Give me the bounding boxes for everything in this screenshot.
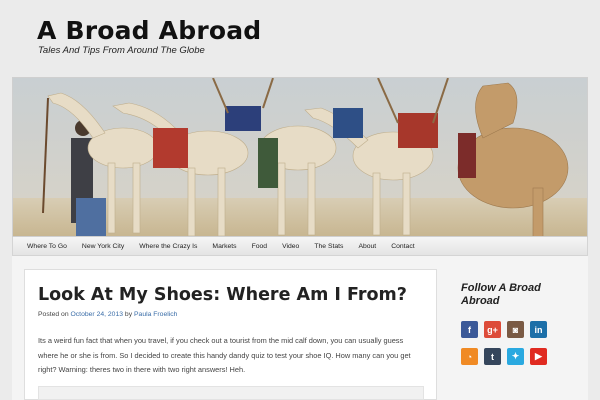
post-meta: Posted on October 24, 2013 by Paula Froe…: [38, 311, 177, 318]
follow-title: Follow A Broad Abroad: [461, 282, 541, 307]
main-nav: Where To Go New York City Where the Craz…: [12, 237, 588, 256]
youtube-icon[interactable]: ▶: [530, 348, 547, 365]
hero-image: [12, 77, 588, 237]
nav-item-food[interactable]: Food: [252, 237, 268, 255]
linkedin-icon[interactable]: in: [530, 321, 547, 338]
by-label: by: [124, 311, 133, 318]
nav-item-the-stats[interactable]: The Stats: [314, 237, 343, 255]
nav-item-where-to-go[interactable]: Where To Go: [27, 237, 67, 255]
site-tagline: Tales And Tips From Around The Globe: [38, 45, 205, 56]
instagram-icon[interactable]: ◙: [507, 321, 524, 338]
posted-on-label: Posted on: [38, 311, 69, 318]
nav-item-markets[interactable]: Markets: [212, 237, 236, 255]
quiz-embed[interactable]: [38, 386, 424, 400]
nav-item-contact[interactable]: Contact: [391, 237, 414, 255]
post-excerpt: Its a weird fun fact that when you trave…: [38, 336, 411, 374]
nav-item-about[interactable]: About: [358, 237, 376, 255]
post-title[interactable]: Look At My Shoes: Where Am I From?: [38, 285, 407, 305]
post-date-link[interactable]: October 24, 2013: [71, 311, 124, 318]
site-title[interactable]: A Broad Abroad: [37, 16, 261, 45]
facebook-icon[interactable]: f: [461, 321, 478, 338]
nav-item-video[interactable]: Video: [282, 237, 299, 255]
tumblr-icon[interactable]: t: [484, 348, 501, 365]
site-header: A Broad Abroad Tales And Tips From Aroun…: [0, 0, 600, 76]
nav-item-where-the-crazy-is[interactable]: Where the Crazy Is: [139, 237, 197, 255]
rss-icon[interactable]: ◔: [461, 348, 478, 365]
twitter-icon[interactable]: ✦: [507, 348, 524, 365]
post-author-link[interactable]: Paula Froelich: [134, 311, 177, 318]
social-links: f g+ ◙ in ◔ t ✦ ▶: [461, 321, 551, 375]
nav-item-new-york-city[interactable]: New York City: [82, 237, 124, 255]
camels-photo: [13, 78, 587, 236]
google-plus-icon[interactable]: g+: [484, 321, 501, 338]
